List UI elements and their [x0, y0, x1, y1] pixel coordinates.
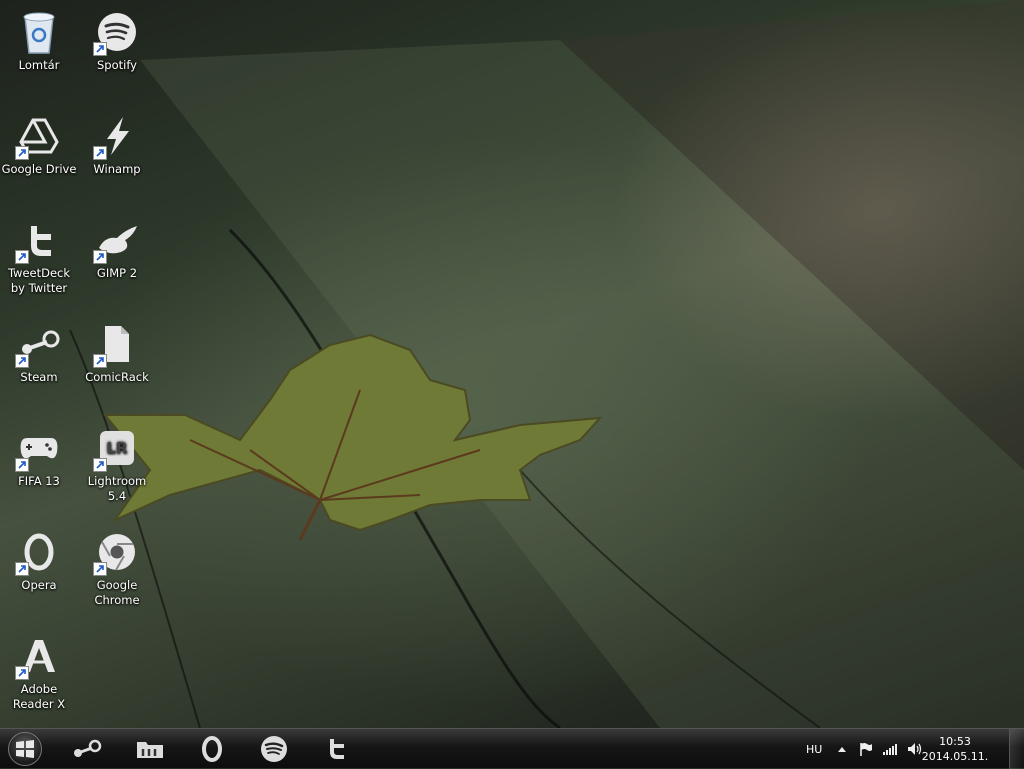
shortcut-arrow-icon	[15, 354, 29, 368]
desktop-icon-label: Lightroom 5.4	[87, 474, 147, 503]
start-button[interactable]	[8, 732, 42, 766]
folder-icon	[137, 742, 163, 758]
tray-action-center[interactable]	[858, 729, 874, 769]
gimp-icon	[93, 216, 141, 264]
lightroom-icon: LR	[93, 424, 141, 472]
opera-icon	[202, 736, 222, 762]
show-hidden-icons-icon	[838, 747, 846, 752]
desktop-icon-gimp[interactable]: GIMP 2	[78, 216, 156, 281]
desktop-icon-spotify[interactable]: Spotify	[78, 8, 156, 73]
desktop-icon-tweetdeck[interactable]: TweetDeck by Twitter	[0, 216, 78, 296]
shortcut-arrow-icon	[15, 146, 29, 160]
show-hidden-icons-button[interactable]	[836, 729, 848, 769]
shortcut-arrow-icon	[93, 42, 107, 56]
desktop-icon-opera[interactable]: Opera	[0, 528, 78, 593]
taskbar-pinned-spotify[interactable]	[251, 733, 297, 765]
taskbar: HU 10:53 2014.05.11.	[0, 728, 1024, 769]
shortcut-arrow-icon	[15, 562, 29, 576]
desktop-icon-google-drive[interactable]: Google Drive	[0, 112, 78, 177]
desktop-icon-label: Google Drive	[1, 162, 77, 176]
steam-icon	[74, 739, 102, 757]
taskbar-pinned-tweetdeck[interactable]	[313, 733, 359, 765]
shortcut-arrow-icon	[93, 562, 107, 576]
desktop-icon-adobe-reader[interactable]: Adobe Reader X	[0, 632, 78, 712]
desktop-icon-label: Winamp	[93, 162, 141, 176]
desktop-icon-label: Steam	[20, 370, 58, 384]
google-drive-icon	[15, 112, 63, 160]
spotify-icon	[93, 8, 141, 56]
shortcut-arrow-icon	[15, 666, 29, 680]
winamp-icon	[93, 112, 141, 160]
show-desktop-button[interactable]	[1009, 729, 1024, 769]
adobe-reader-icon	[15, 632, 63, 680]
windows-logo-icon	[16, 740, 34, 758]
shortcut-arrow-icon	[15, 458, 29, 472]
desktop-icon-label: ComicRack	[85, 370, 149, 384]
language-indicator[interactable]: HU	[806, 729, 822, 769]
steam-icon	[15, 320, 63, 368]
opera-icon	[15, 528, 63, 576]
desktop-icon-label: Opera	[21, 578, 57, 592]
desktop-icon-comicrack[interactable]: ComicRack	[78, 320, 156, 385]
desktop-icon-steam[interactable]: Steam	[0, 320, 78, 385]
taskbar-pinned-explorer[interactable]	[127, 733, 173, 765]
tweetdeck-icon	[330, 739, 344, 759]
tray-network[interactable]	[882, 729, 898, 769]
desktop-icon-label: GIMP 2	[96, 266, 138, 280]
desktop-icon-label: Adobe Reader X	[12, 682, 66, 711]
action-center-flag-icon	[860, 743, 872, 756]
desktop-icon-label: FIFA 13	[18, 474, 60, 488]
chrome-icon	[93, 528, 141, 576]
desktop-icon-label: Spotify	[97, 58, 137, 72]
shortcut-arrow-icon	[93, 458, 107, 472]
spotify-icon	[261, 736, 287, 762]
recycle-bin-icon	[15, 8, 63, 56]
clock-date: 2014.05.11.	[921, 750, 989, 763]
comicrack-icon	[93, 320, 141, 368]
network-signal-icon	[883, 744, 897, 755]
desktop-icon-label: Google Chrome	[94, 578, 140, 607]
tweetdeck-icon	[15, 216, 63, 264]
desktop-icon-lightroom[interactable]: LR Lightroom 5.4	[78, 424, 156, 504]
shortcut-arrow-icon	[93, 250, 107, 264]
desktop-icon-lomtar[interactable]: Lomtár	[0, 8, 78, 73]
taskbar-pinned-opera[interactable]	[189, 733, 235, 765]
shortcut-arrow-icon	[93, 146, 107, 160]
shortcut-arrow-icon	[93, 354, 107, 368]
taskbar-pinned-steam[interactable]	[64, 733, 110, 765]
desktop-icon-chrome[interactable]: Google Chrome	[78, 528, 156, 608]
clock[interactable]: 10:53 2014.05.11.	[920, 734, 990, 764]
desktop-icon-fifa[interactable]: FIFA 13	[0, 424, 78, 489]
desktop-icon-label: Lomtár	[18, 58, 60, 72]
clock-time: 10:53	[939, 735, 971, 748]
desktop-icon-label: TweetDeck by Twitter	[7, 266, 71, 295]
desktop-icon-winamp[interactable]: Winamp	[78, 112, 156, 177]
shortcut-arrow-icon	[15, 250, 29, 264]
gamepad-icon	[15, 424, 63, 472]
